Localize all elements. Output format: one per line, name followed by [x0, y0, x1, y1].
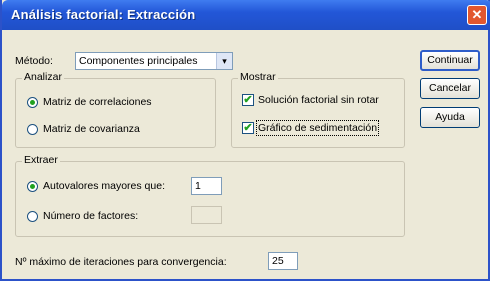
iteraciones-label: Nº máximo de iteraciones para convergenc… [15, 256, 227, 268]
checkbox-grafico-sedimentacion[interactable]: ✔ [242, 122, 254, 134]
radio-autovalores-label[interactable]: Autovalores mayores que: [43, 180, 165, 192]
close-button[interactable]: ✕ [467, 5, 487, 25]
radio-autovalores[interactable] [27, 181, 38, 192]
radio-matriz-correlaciones[interactable] [27, 97, 38, 108]
dialog-title: Análisis factorial: Extracción [11, 7, 196, 22]
extraer-group: Extraer Autovalores mayores que: 1 Númer… [15, 154, 405, 237]
close-icon: ✕ [471, 7, 483, 22]
radio-matriz-covarianza-label[interactable]: Matriz de covarianza [43, 123, 140, 135]
analizar-group: Analizar Matriz de correlaciones Matriz … [15, 71, 216, 148]
mostrar-legend: Mostrar [238, 71, 278, 83]
radio-matriz-correlaciones-label[interactable]: Matriz de correlaciones [43, 96, 152, 108]
analizar-legend: Analizar [22, 71, 64, 83]
radio-numero-factores-label[interactable]: Número de factores: [43, 210, 138, 222]
radio-matriz-covarianza[interactable] [27, 124, 38, 135]
checkbox-solucion-sin-rotar-label[interactable]: Solución factorial sin rotar [258, 94, 379, 106]
checkbox-grafico-sedimentacion-label[interactable]: Gráfico de sedimentación [255, 120, 380, 136]
mostrar-group: Mostrar ✔ Solución factorial sin rotar ✔… [231, 71, 405, 148]
metodo-label: Método: [15, 55, 53, 67]
numero-factores-input[interactable] [191, 206, 222, 224]
metodo-value: Componentes principales [79, 55, 198, 67]
extraer-legend: Extraer [22, 154, 60, 166]
autovalores-input[interactable]: 1 [191, 177, 222, 195]
checkbox-solucion-sin-rotar[interactable]: ✔ [242, 94, 254, 106]
chevron-down-icon[interactable]: ▾ [216, 53, 232, 69]
cancelar-button[interactable]: Cancelar [420, 78, 480, 99]
title-bar[interactable]: Análisis factorial: Extracción ✕ [2, 0, 490, 30]
metodo-select[interactable]: Componentes principales ▾ [75, 52, 233, 70]
continuar-button[interactable]: Continuar [420, 50, 480, 71]
iteraciones-input[interactable]: 25 [268, 252, 298, 270]
radio-numero-factores[interactable] [27, 211, 38, 222]
ayuda-button[interactable]: Ayuda [420, 107, 480, 128]
dialog-body: Método: Componentes principales ▾ Analiz… [2, 30, 488, 279]
dialog-window: Análisis factorial: Extracción ✕ Método:… [0, 0, 490, 281]
